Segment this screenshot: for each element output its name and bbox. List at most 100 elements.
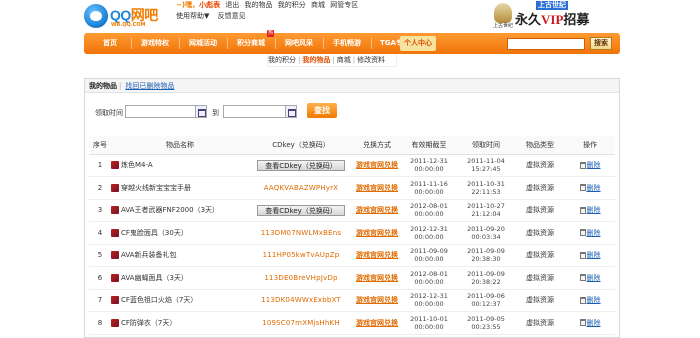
type-cell: 虚拟资源 [515,154,565,177]
operation-cell: 删除 [565,311,615,335]
tab-recover-deleted[interactable]: 找回已删除物品 [125,82,174,90]
subnav-mall[interactable]: 商城 [337,56,351,64]
table-row: 7 CF蓝色祖口火焰（7天） 113DK04WWxExbbXT 游戏官网兑换 2012-… [89,289,615,312]
calendar-icon[interactable] [195,105,207,118]
qq-wangba-logo[interactable]: QQ网吧 WB.QQ.COM [84,2,170,32]
my-items-link[interactable]: 我的物品 [245,1,273,9]
find-button[interactable]: 查找 [307,103,337,118]
received-date: 2011-10-27 [467,202,505,211]
redeem-link[interactable]: 游戏官网兑换 [356,251,398,259]
redeem-link[interactable]: 游戏官网兑换 [356,229,398,237]
nav-showcase[interactable]: 网吧风采 [278,33,320,54]
logout-link[interactable]: 退出 [225,1,239,9]
item-name: CF防弹衣（7天） [121,318,177,327]
trash-icon[interactable] [579,251,586,259]
subnav-my-items[interactable]: 我的物品 [302,56,330,64]
redeem-link[interactable]: 游戏官网兑换 [356,274,398,282]
cdkey-cell: 109SC07mXMjsHhKH [249,311,353,335]
nav-mobile[interactable]: 手机畅游 [326,33,368,54]
trash-icon[interactable] [579,184,586,192]
view-cdkey-button[interactable]: 查看CDkey（兑换码） [257,204,345,216]
col-header-cdkey: CDkey（兑换码） [249,136,353,155]
delete-link[interactable]: 删除 [587,251,601,259]
type-cell: 虚拟资源 [515,221,565,245]
item-name-cell: AVA幽蝇面具（3天） [111,266,249,290]
table-row: 2 穿越火线新宝宝宝手册 AAQKVABAZWPHyrX 游戏官网兑换 2011-11-… [89,176,615,200]
trash-icon[interactable] [579,274,586,282]
trash-icon[interactable] [579,229,586,237]
item-name: AVA新兵装备礼包 [121,251,177,260]
trash-icon[interactable] [579,161,586,169]
subnav-my-points[interactable]: 我的积分 [268,56,296,64]
expire-date: 2011-11-16 [410,179,448,188]
character-figure-icon [494,3,512,23]
nav-divider [227,38,228,49]
redeem-link[interactable]: 游戏官网兑换 [356,296,398,304]
delete-link[interactable]: 删除 [587,229,601,237]
nav-events[interactable]: 网城活动 [182,33,224,54]
redeem-link[interactable]: 游戏官网兑换 [356,184,398,192]
delete-link[interactable]: 删除 [587,319,601,327]
expire-date: 2011-10-01 [410,314,448,323]
delete-link[interactable]: 删除 [587,161,601,169]
nav-game-privileges[interactable]: 游戏特权 [134,33,176,54]
table-row: 4 CF鬼脸面具（30天） 113DM07NWLMxBEns 游戏官网兑换 2012-1… [89,221,615,245]
cdkey-value: 111HP05kwTvAUpZp [262,251,340,260]
date-to-label: 到 [212,109,219,117]
operation-cell: 删除 [565,266,615,290]
subnav-edit-profile[interactable]: 修改资料 [357,56,385,64]
item-name: CF蓝色祖口火焰（7天） [121,296,198,305]
cdkey-value: 109SC07mXMjsHhKH [262,318,340,327]
expire-date: 2012-12-31 [410,224,448,233]
nav-personal-center[interactable]: 个人中心 [400,36,436,51]
col-header-no: 序号 [89,136,111,155]
start-date-input[interactable] [125,105,197,118]
nav-home[interactable]: 首页 [92,33,128,54]
item-icon [111,273,119,282]
delete-link[interactable]: 删除 [587,274,601,282]
trash-icon[interactable] [579,319,586,327]
item-icon [111,183,119,192]
admin-zone-link[interactable]: 网管专区 [330,1,358,9]
item-name-cell: CF防弹衣（7天） [111,311,249,335]
help-link[interactable]: 使用帮助▼ [176,12,209,20]
type-cell: 虚拟资源 [515,289,565,312]
expire-date: 2011-12-31 [410,157,448,166]
item-icon [111,161,119,170]
expire-cell: 2012-08-01 00:00:00 [401,199,457,222]
user-bar-row1: ~)嘿，小彪表 退出 我的物品 我的积分 商城 网管专区 [176,0,358,11]
delete-link[interactable]: 删除 [587,184,601,192]
delete-link[interactable]: 删除 [587,296,601,304]
method-cell: 游戏官网兑换 [353,266,401,290]
operation-cell: 删除 [565,221,615,245]
date-filter: 领取时间 到 查找 [95,101,495,121]
received-cell: 2011-11-04 15:27:45 [457,154,515,177]
received-time: 00:03:34 [471,232,501,241]
banner-headline-vip: VIP [541,12,564,27]
redeem-link[interactable]: 游戏官网兑换 [356,206,398,214]
promo-banner[interactable]: 上古世纪 上古世纪 永久VIP招募 [492,0,617,31]
delete-link[interactable]: 删除 [587,206,601,214]
trash-icon[interactable] [579,296,586,304]
expire-cell: 2011-10-01 00:00:00 [401,311,457,335]
expire-cell: 2012-12-31 00:00:00 [401,221,457,245]
search-button[interactable]: 搜索 [590,37,612,50]
row-number: 5 [89,244,111,267]
view-cdkey-button[interactable]: 查看CDkey（兑换码） [257,159,345,171]
row-number: 7 [89,289,111,312]
nav-points-mall[interactable]: 积分商城 [230,33,272,54]
redeem-link[interactable]: 游戏官网兑换 [356,319,398,327]
received-time: 21:12:04 [471,210,501,219]
username[interactable]: 小彪表 [199,1,220,9]
calendar-icon[interactable] [285,105,297,118]
redeem-link[interactable]: 游戏官网兑换 [356,161,398,169]
row-number: 4 [89,221,111,245]
tab-my-items[interactable]: 我的物品 [89,82,117,90]
my-points-link[interactable]: 我的积分 [278,1,306,9]
search-input[interactable] [507,38,585,50]
col-header-type: 物品类型 [515,136,565,155]
tab-sep: | [119,82,122,90]
mall-link[interactable]: 商城 [311,1,325,9]
feedback-link[interactable]: 反馈意见 [218,12,246,20]
trash-icon[interactable] [579,206,586,214]
